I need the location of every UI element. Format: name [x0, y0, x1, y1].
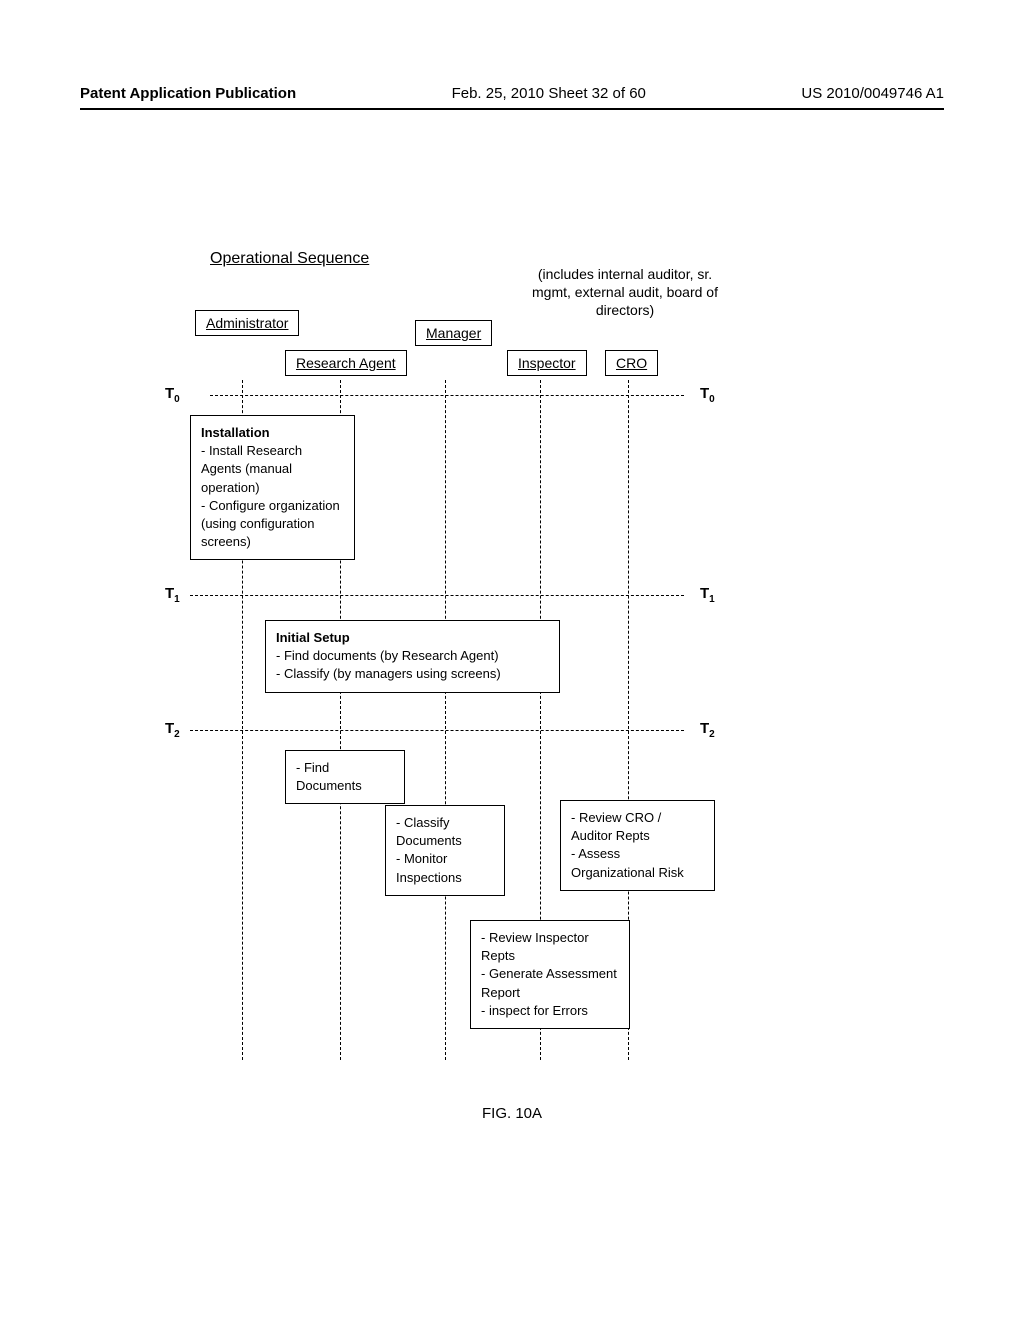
box-installation-line1: - Install Research Agents (manual operat… — [201, 442, 344, 497]
box-installation-line2: - Configure organization (using configur… — [201, 497, 344, 552]
box-find-documents-line1: - Find Documents — [296, 759, 394, 795]
time-line-t2 — [190, 730, 684, 731]
role-administrator: Administrator — [195, 310, 299, 336]
role-research-agent: Research Agent — [285, 350, 407, 376]
diagram-canvas: Operational Sequence (includes internal … — [80, 120, 944, 1120]
role-cro: CRO — [605, 350, 658, 376]
box-review-inspector-line2: - Generate Assessment Report — [481, 965, 619, 1001]
box-classify-line2: - Monitor Inspections — [396, 850, 494, 886]
box-initial-setup: Initial Setup - Find documents (by Resea… — [265, 620, 560, 693]
time-label-t2-left: T2 — [165, 720, 180, 740]
role-inspector: Inspector — [507, 350, 587, 376]
box-review-inspector-line1: - Review Inspector Repts — [481, 929, 619, 965]
page-header: Patent Application Publication Feb. 25, … — [80, 85, 944, 110]
box-review-cro-line1: - Review CRO / Auditor Repts — [571, 809, 704, 845]
time-label-t0-right: T0 — [700, 385, 715, 405]
cro-note: (includes internal auditor, sr. mgmt, ex… — [530, 265, 720, 320]
box-review-inspector: - Review Inspector Repts - Generate Asse… — [470, 920, 630, 1029]
figure-label: FIG. 10A — [482, 1105, 542, 1122]
time-line-t0 — [210, 395, 684, 396]
lifeline-manager — [445, 380, 446, 1060]
box-initial-setup-line2: - Classify (by managers using screens) — [276, 665, 549, 683]
box-initial-setup-line1: - Find documents (by Research Agent) — [276, 647, 549, 665]
role-manager: Manager — [415, 320, 492, 346]
box-review-cro: - Review CRO / Auditor Repts - Assess Or… — [560, 800, 715, 891]
header-right: US 2010/0049746 A1 — [801, 85, 944, 102]
box-installation: Installation - Install Research Agents (… — [190, 415, 355, 560]
box-review-cro-line2: - Assess Organizational Risk — [571, 845, 704, 881]
time-label-t0-left: T0 — [165, 385, 180, 405]
box-installation-title: Installation — [201, 424, 344, 442]
header-left: Patent Application Publication — [80, 85, 296, 102]
box-classify-documents: - Classify Documents - Monitor Inspectio… — [385, 805, 505, 896]
box-review-inspector-line3: - inspect for Errors — [481, 1002, 619, 1020]
diagram-title: Operational Sequence — [210, 250, 369, 268]
time-label-t2-right: T2 — [700, 720, 715, 740]
header-center: Feb. 25, 2010 Sheet 32 of 60 — [452, 85, 646, 102]
box-initial-setup-title: Initial Setup — [276, 629, 549, 647]
box-find-documents: - Find Documents — [285, 750, 405, 804]
time-label-t1-right: T1 — [700, 585, 715, 605]
time-label-t1-left: T1 — [165, 585, 180, 605]
lifelines: T0 T0 Installation - Install Research Ag… — [80, 380, 944, 1060]
time-line-t1 — [190, 595, 684, 596]
box-classify-line1: - Classify Documents — [396, 814, 494, 850]
